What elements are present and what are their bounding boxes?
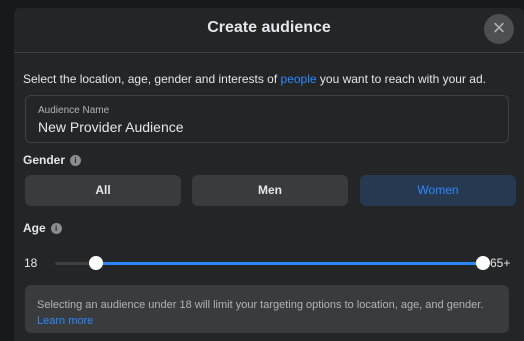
learn-more-link[interactable]: Learn more [37,315,93,327]
people-link[interactable]: people [281,72,317,86]
intro-text-before: Select the location, age, gender and int… [23,72,281,86]
age-label-text: Age [23,221,46,235]
gender-women-button[interactable]: Women [360,175,516,206]
dialog-title: Create audience [207,19,331,36]
gender-info-icon[interactable]: i [70,155,82,166]
age-max-label: 65+ [490,256,511,270]
close-button[interactable]: × [484,14,514,44]
age-label: Age i [23,221,62,235]
age-min-label: 18 [24,256,38,270]
age-min-handle[interactable] [89,256,104,270]
close-icon: × [492,15,506,40]
gender-men-button[interactable]: Men [192,175,348,206]
gender-label-text: Gender [23,153,66,167]
audience-name-label: Audience Name [38,105,110,116]
age-slider-range [96,262,483,265]
age-notice: Selecting an audience under 18 will limi… [25,285,509,333]
audience-name-field[interactable]: Audience Name New Provider Audience [25,95,509,143]
create-audience-dialog: Create audience × Select the location, a… [14,8,524,341]
dialog-header: Create audience × [14,8,524,53]
intro-text: Select the location, age, gender and int… [23,72,486,86]
age-info-icon[interactable]: i [50,223,62,234]
gender-all-button[interactable]: All [25,175,181,206]
age-notice-text: Selecting an audience under 18 will limi… [37,299,484,311]
age-max-handle[interactable] [476,256,490,270]
gender-label: Gender i [23,153,82,167]
audience-name-value[interactable]: New Provider Audience [38,119,184,135]
intro-text-after: you want to reach with your ad. [316,72,486,86]
